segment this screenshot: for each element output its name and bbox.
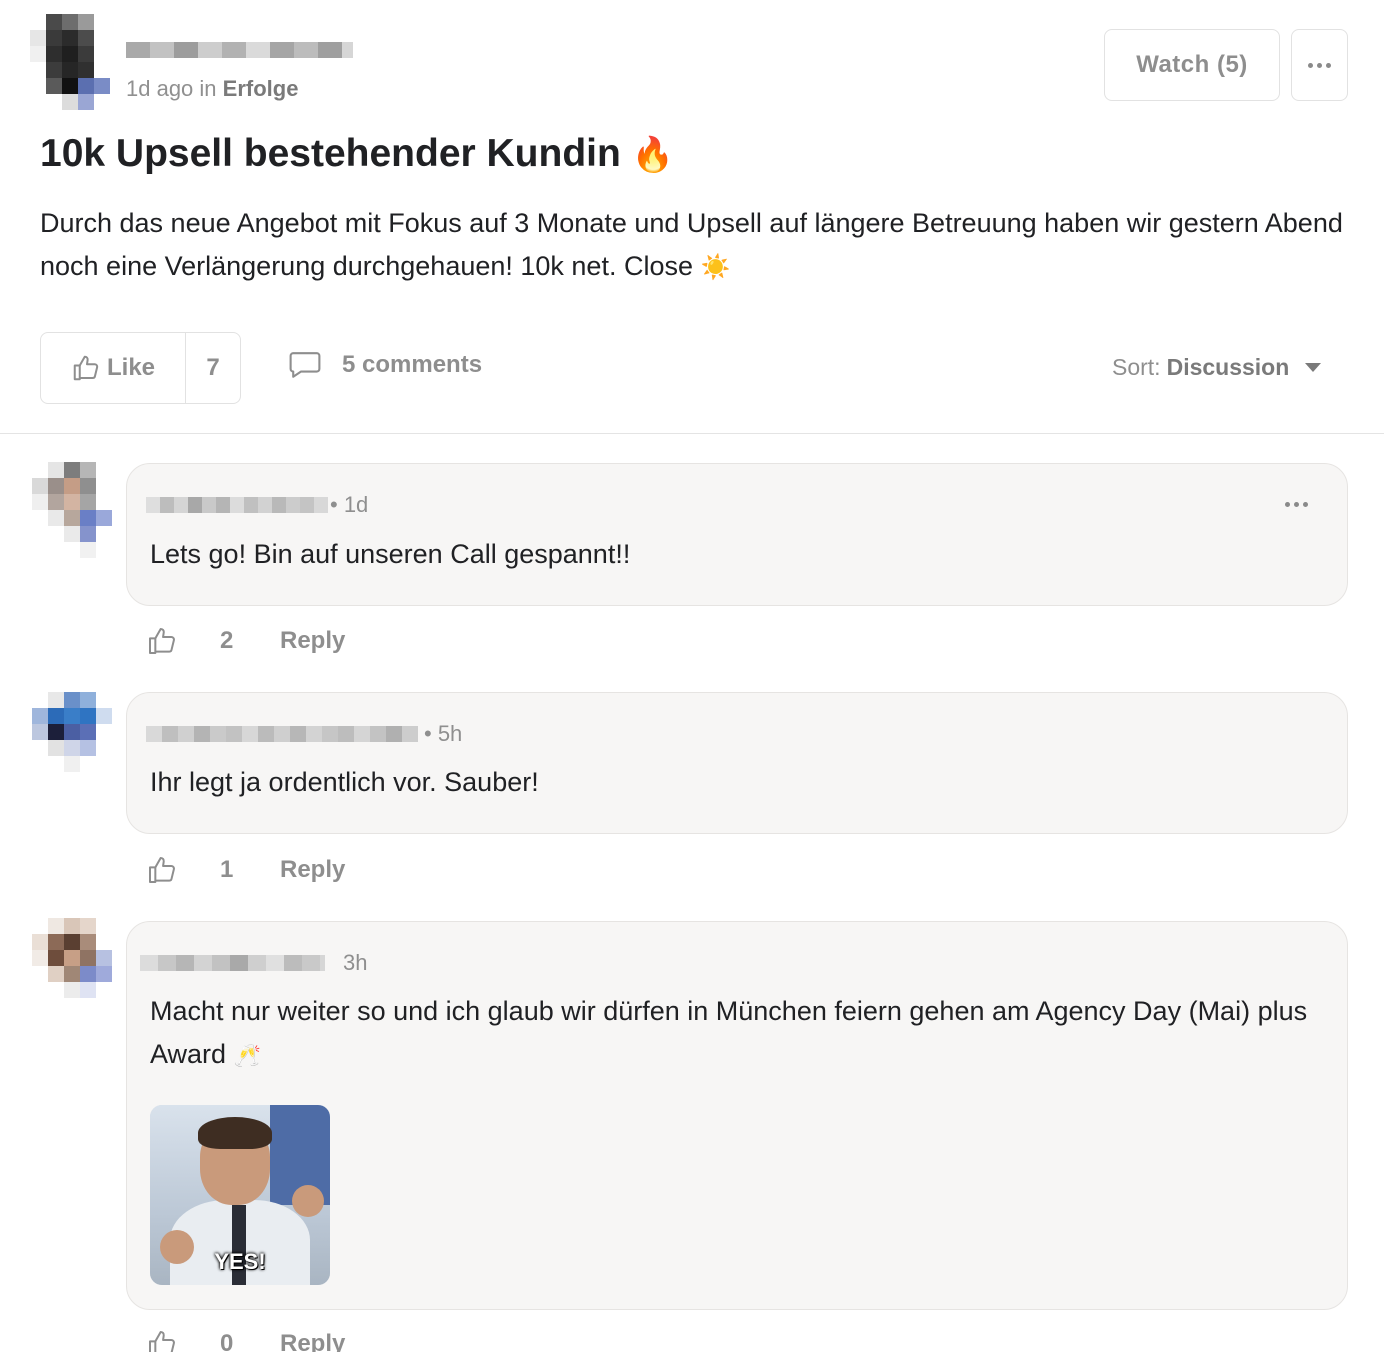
fire-emoji: 🔥 <box>631 136 674 174</box>
comment-avatar[interactable] <box>32 918 128 1014</box>
comment-gif[interactable]: YES! <box>150 1105 330 1285</box>
comment-avatar[interactable] <box>32 462 128 558</box>
sort-prefix: Sort: <box>1112 354 1161 380</box>
comment-actions: 2 Reply <box>146 625 345 657</box>
comment-text: Lets go! Bin auf unseren Call gespannt!! <box>150 539 631 569</box>
caret-down-icon <box>1305 363 1322 372</box>
post-meta: 1d ago in Erfolge <box>126 76 298 102</box>
comment-text-content: Macht nur weiter so und ich glaub wir dü… <box>150 996 1308 1069</box>
reply-button[interactable]: Reply <box>280 1330 345 1352</box>
comment-text: Ihr legt ja ordentlich vor. Sauber! <box>150 767 539 797</box>
post-title: 10k Upsell bestehender Kundin 🔥 <box>40 132 674 176</box>
author-name[interactable] <box>126 42 353 58</box>
comment-avatar[interactable] <box>32 692 128 788</box>
comments-count-label: 5 comments <box>342 351 483 378</box>
more-icon <box>1285 502 1308 507</box>
post-like-group: Like 7 <box>40 332 241 404</box>
comment-like-count[interactable]: 1 <box>220 856 240 884</box>
thumbs-up-icon[interactable] <box>146 625 178 657</box>
sort-value: Discussion <box>1166 354 1290 380</box>
reply-button[interactable]: Reply <box>280 856 345 884</box>
post-body: Durch das neue Angebot mit Fokus auf 3 M… <box>40 202 1350 289</box>
comment-time: 3h <box>343 950 368 975</box>
comment-actions: 1 Reply <box>146 854 345 886</box>
sun-emoji: ☀️ <box>700 254 731 281</box>
comment-author-name[interactable] <box>140 955 325 971</box>
thumbs-up-icon <box>73 355 99 381</box>
comment-like-count[interactable]: 2 <box>220 627 240 655</box>
gif-caption: YES! <box>214 1249 266 1274</box>
comment-author-name[interactable] <box>146 726 418 742</box>
comment-text: Macht nur weiter so und ich glaub wir dü… <box>150 990 1330 1077</box>
comments-link[interactable]: 5 comments <box>288 350 482 380</box>
clinking-glasses-emoji: 🥂 <box>233 1043 261 1068</box>
comment-like-count[interactable]: 0 <box>220 1330 240 1352</box>
watch-button[interactable]: Watch (5) <box>1104 29 1280 101</box>
post-body-text: Durch das neue Angebot mit Fokus auf 3 M… <box>40 208 1343 281</box>
post-time: 1d ago in <box>126 76 217 101</box>
post-like-button[interactable]: Like <box>41 333 186 403</box>
thumbs-up-icon[interactable] <box>146 854 178 886</box>
divider <box>0 433 1384 434</box>
sort-dropdown[interactable]: Sort: Discussion <box>1112 354 1322 381</box>
gif-fist-right <box>292 1185 324 1217</box>
comment-icon <box>289 352 321 378</box>
gif-hair <box>198 1117 272 1149</box>
thumbs-up-icon[interactable] <box>146 1328 178 1352</box>
post-category[interactable]: Erfolge <box>223 76 299 101</box>
comment-author-name[interactable] <box>146 497 328 513</box>
post-title-text: 10k Upsell bestehender Kundin <box>40 132 621 175</box>
post-more-button[interactable] <box>1291 29 1348 101</box>
like-label: Like <box>106 354 156 381</box>
author-avatar[interactable] <box>30 14 126 110</box>
more-icon <box>1308 62 1331 68</box>
post-like-count[interactable]: 7 <box>186 333 240 403</box>
comment-more-button[interactable] <box>1285 502 1308 507</box>
comment-actions: 0 Reply <box>146 1328 345 1352</box>
comment-time: • 5h <box>424 721 463 746</box>
reply-button[interactable]: Reply <box>280 627 345 655</box>
comment-time: • 1d <box>330 492 369 517</box>
